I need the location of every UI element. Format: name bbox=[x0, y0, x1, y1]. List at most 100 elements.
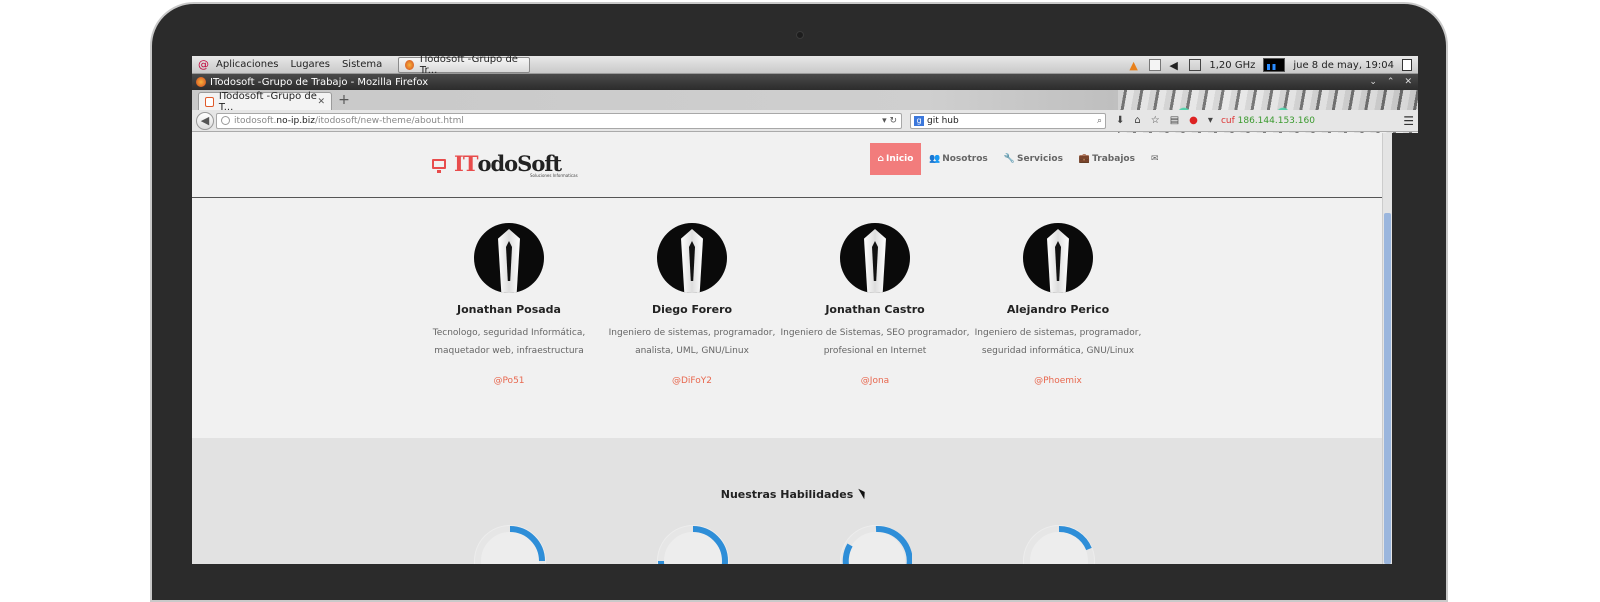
firefox-icon bbox=[196, 77, 206, 87]
close-icon[interactable]: ✕ bbox=[1404, 77, 1412, 87]
skill-ring bbox=[1023, 525, 1095, 564]
menu-aplicaciones[interactable]: Aplicaciones bbox=[216, 59, 278, 70]
home-icon[interactable]: ⌂ bbox=[1134, 115, 1140, 126]
team-section: Jonathan Posada Tecnologo, seguridad Inf… bbox=[192, 198, 1382, 438]
url-path: /itodosoft/new-theme/about.html bbox=[315, 115, 464, 126]
network-icon[interactable] bbox=[1149, 59, 1162, 71]
ip-display: cuf 186.144.153.160 bbox=[1221, 116, 1315, 126]
logo-it: IT bbox=[454, 151, 478, 176]
member-handle-link[interactable]: @Jona bbox=[775, 376, 975, 386]
url-prefix: itodosoft. bbox=[234, 115, 277, 126]
member-handle-link[interactable]: @Po51 bbox=[409, 376, 609, 386]
logo-tagline: Soluciones Informaticas bbox=[530, 173, 578, 178]
window-controls: ⌄ ⌃ ✕ bbox=[1369, 74, 1412, 90]
avatar bbox=[474, 223, 544, 293]
screen: @ Aplicaciones Lugares Sistema ITodosoft… bbox=[192, 56, 1418, 564]
member-handle-link[interactable]: @DiFoY2 bbox=[592, 376, 792, 386]
skill-ring bbox=[840, 525, 912, 564]
avatar bbox=[657, 223, 727, 293]
screen-edge bbox=[1392, 133, 1418, 564]
nav-trabajos[interactable]: 💼 Trabajos bbox=[1071, 143, 1143, 175]
volume-icon[interactable]: ◀ bbox=[1169, 59, 1181, 72]
member-description: Ingeniero de Sistemas, SEO programador, … bbox=[780, 328, 970, 356]
url-bar[interactable]: itodosoft. no-ip.biz/itodosoft/new-theme/… bbox=[216, 112, 902, 129]
site-header: IT odoSoft Soluciones Informaticas ⌂ Inic… bbox=[192, 133, 1382, 198]
favicon-icon bbox=[205, 96, 214, 107]
skill-ring bbox=[474, 525, 546, 564]
maximize-icon[interactable]: ⌃ bbox=[1387, 77, 1395, 87]
nav-inicio[interactable]: ⌂ Inicio bbox=[870, 143, 921, 175]
toolbar-icons: ⬇ ⌂ ☆ ▤ ● ▾ bbox=[1116, 115, 1213, 126]
webcam bbox=[796, 31, 804, 39]
nav-contacto[interactable]: ✉ bbox=[1143, 143, 1169, 175]
addon-icon[interactable]: ● bbox=[1189, 115, 1198, 126]
desktop-top-panel: @ Aplicaciones Lugares Sistema ITodosoft… bbox=[192, 56, 1418, 76]
site-logo[interactable]: IT odoSoft Soluciones Informaticas bbox=[432, 151, 578, 178]
member-name: Jonathan Posada bbox=[457, 303, 561, 316]
member-description: Ingeniero de sistemas, programador, segu… bbox=[974, 328, 1142, 356]
nav-nosotros[interactable]: 👥 Nosotros bbox=[921, 143, 996, 175]
tab-close-icon[interactable]: ✕ bbox=[317, 97, 325, 107]
window-title-bar[interactable]: ITodosoft -Grupo de Trabajo - Mozilla Fi… bbox=[192, 74, 1418, 90]
users-icon: 👥 bbox=[929, 154, 941, 164]
nav-label: Trabajos bbox=[1092, 154, 1135, 164]
team-member: Jonathan Castro Ingeniero de Sistemas, S… bbox=[775, 223, 975, 386]
taskbar-firefox-button[interactable]: ITodosoft -Grupo de Tr... bbox=[398, 56, 531, 76]
team-member: Jonathan Posada Tecnologo, seguridad Inf… bbox=[409, 223, 609, 386]
page-viewport: IT odoSoft Soluciones Informaticas ⌂ Inic… bbox=[192, 133, 1382, 564]
cpu-freq-icon[interactable] bbox=[1189, 59, 1202, 71]
back-arrow-icon[interactable]: ◀ bbox=[196, 111, 214, 130]
firefox-icon bbox=[405, 59, 414, 70]
globe-icon bbox=[221, 116, 230, 125]
nav-label: Inicio bbox=[886, 154, 914, 164]
monitor-icon bbox=[432, 158, 446, 173]
system-tray: ▲ ◀ 1,20 GHz jue 8 de may, 19:04 bbox=[1129, 56, 1412, 74]
reload-icon[interactable]: ▾ ↻ bbox=[882, 116, 897, 126]
skill-ring bbox=[657, 525, 729, 564]
member-name: Diego Forero bbox=[651, 303, 733, 316]
search-bar[interactable]: g git hub ⌕ bbox=[910, 112, 1106, 129]
menu-lugares[interactable]: Lugares bbox=[290, 59, 329, 70]
shutdown-icon[interactable] bbox=[1402, 59, 1412, 71]
taskbar-label: ITodosoft -Grupo de Tr... bbox=[419, 56, 518, 76]
ip-prefix: cuf bbox=[1220, 115, 1235, 126]
navigation-toolbar: ◀ itodosoft. no-ip.biz/itodosoft/new-them… bbox=[192, 110, 1418, 132]
search-input[interactable]: git hub bbox=[927, 116, 959, 126]
new-tab-icon[interactable]: + bbox=[336, 93, 352, 109]
url-host: no-ip.biz bbox=[276, 115, 315, 126]
tab-strip: ITodosoft -Grupo de T... ✕ + bbox=[192, 90, 1418, 134]
browser-tab-active[interactable]: ITodosoft -Grupo de T... ✕ bbox=[198, 91, 332, 113]
page-scrollbar[interactable] bbox=[1382, 133, 1392, 564]
nav-label: Servicios bbox=[1016, 154, 1063, 164]
ip-address: 186.144.153.160 bbox=[1237, 115, 1315, 126]
window-title: ITodosoft -Grupo de Trabajo - Mozilla Fi… bbox=[210, 76, 429, 88]
addon-dropdown-icon[interactable]: ▾ bbox=[1208, 115, 1213, 126]
member-handle-link[interactable]: @Phoemix bbox=[958, 376, 1158, 386]
bookmarks-icon[interactable]: ▤ bbox=[1170, 115, 1179, 126]
nav-servicios[interactable]: 🔧 Servicios bbox=[996, 143, 1071, 175]
menu-sistema[interactable]: Sistema bbox=[342, 59, 382, 70]
scrollbar-thumb[interactable] bbox=[1384, 213, 1391, 564]
google-icon[interactable]: g bbox=[914, 115, 924, 126]
vlc-icon[interactable]: ▲ bbox=[1129, 59, 1141, 72]
wrench-icon: 🔧 bbox=[1003, 154, 1015, 164]
team-member: Alejandro Perico Ingeniero de sistemas, … bbox=[958, 223, 1158, 386]
search-icon[interactable]: ⌕ bbox=[1097, 116, 1102, 126]
nav-label: Nosotros bbox=[942, 154, 988, 164]
cpu-frequency: 1,20 GHz bbox=[1209, 59, 1256, 71]
team-member: Diego Forero Ingeniero de sistemas, prog… bbox=[592, 223, 792, 386]
minimize-icon[interactable]: ⌄ bbox=[1369, 77, 1377, 87]
download-icon[interactable]: ⬇ bbox=[1116, 115, 1124, 126]
clock[interactable]: jue 8 de may, 19:04 bbox=[1293, 60, 1394, 71]
menu-hamburger-icon[interactable]: ☰ bbox=[1403, 114, 1414, 128]
debian-logo-icon[interactable]: @ bbox=[198, 58, 210, 71]
avatar bbox=[840, 223, 910, 293]
skills-section: Nuestras Habilidades bbox=[192, 438, 1382, 564]
avatar bbox=[1023, 223, 1093, 293]
bookmark-star-icon[interactable]: ☆ bbox=[1151, 115, 1160, 126]
home-icon: ⌂ bbox=[877, 154, 884, 164]
member-name: Alejandro Perico bbox=[1006, 303, 1110, 316]
member-name: Jonathan Castro bbox=[825, 303, 925, 316]
skills-title: Nuestras Habilidades bbox=[720, 488, 854, 501]
cpu-graph-icon[interactable] bbox=[1263, 58, 1286, 72]
